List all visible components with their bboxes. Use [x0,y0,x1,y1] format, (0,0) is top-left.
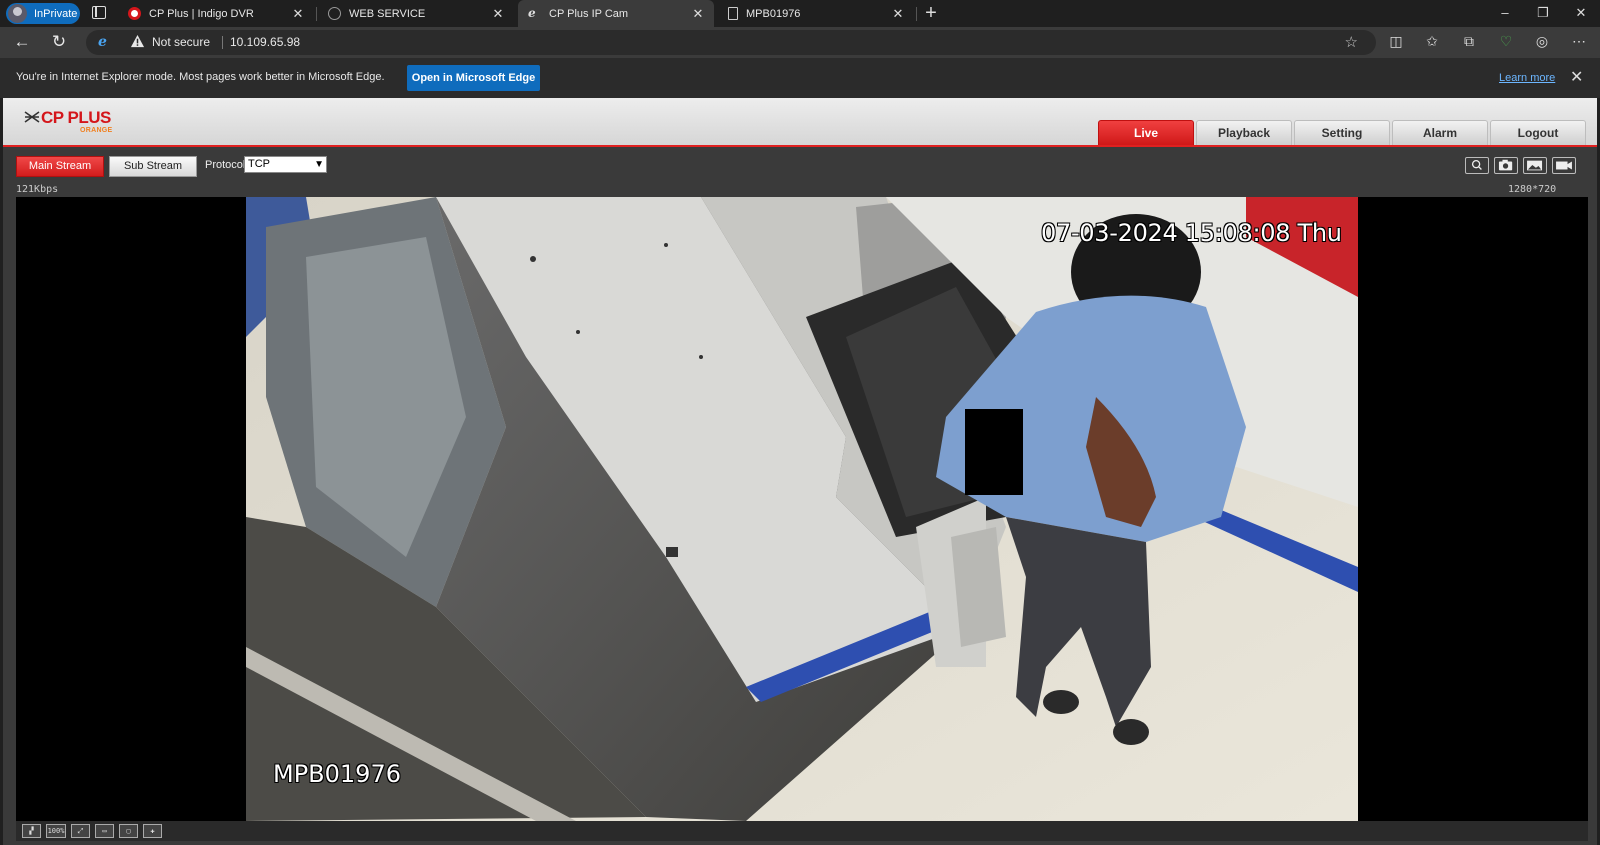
logo-subtext: ORANGE [80,127,113,134]
video-timestamp: 07-03-2024 15:08:08 Thu [1041,219,1342,247]
close-icon[interactable]: ✕ [490,6,506,22]
open-in-edge-button[interactable]: Open in Microsoft Edge [407,65,540,91]
collections-icon[interactable]: ⧉ [1459,31,1479,51]
new-tab-button[interactable]: + [920,3,942,25]
tab-title: WEB SERVICE [349,7,426,20]
learn-more-link[interactable]: Learn more [1499,72,1555,84]
zoom-100-button[interactable]: 100% [46,824,66,838]
image-icon[interactable] [1523,157,1547,174]
minimize-button[interactable]: – [1486,0,1524,27]
favorite-star-icon[interactable]: ☆ [1345,33,1358,51]
stream-toolbar: Main Stream Sub Stream Protocol TCP ▼ [3,149,1597,184]
ptz-control-icon[interactable]: ✚ [143,824,162,838]
tab-separator [316,7,317,21]
aspect-ratio-icon[interactable]: ▭ [95,824,114,838]
nav-alarm-tab[interactable]: Alarm [1392,120,1488,145]
page-header: CP PLUS ORANGE Live Playback Setting Ala… [3,98,1597,147]
url-box[interactable]: e Not secure 10.109.65.98 ☆ [86,30,1376,55]
protocol-value: TCP [248,158,270,170]
snapshot-camera-icon[interactable] [1494,157,1518,174]
sub-stream-button[interactable]: Sub Stream [109,156,197,177]
refresh-button[interactable]: ↻ [47,31,71,55]
document-icon [728,7,738,20]
live-video-viewer[interactable]: 07-03-2024 15:08:08 Thu MPB01976 [16,197,1588,821]
close-icon[interactable]: ✕ [1570,67,1583,87]
close-window-button[interactable]: ✕ [1562,0,1600,27]
camera-feed: 07-03-2024 15:08:08 Thu MPB01976 [246,197,1358,821]
window-layout-icon[interactable]: ▞ [22,824,41,838]
tab-title: CP Plus IP Cam [549,7,629,20]
bitrate-readout: 121Kbps [16,184,59,195]
browser-tab-bar: InPrivate CP Plus | Indigo DVR ✕ WEB SER… [0,0,1600,27]
cp-plus-logo: CP PLUS ORANGE [24,108,119,138]
tab-mpb01976[interactable]: MPB01976 ✕ [718,0,914,27]
record-video-icon[interactable] [1552,157,1576,174]
viewer-control-bar: ▞ 100% ⤢ ▭ ▢ ✚ [16,821,1588,841]
not-secure-label[interactable]: Not secure [152,35,210,49]
globe-icon [328,7,341,20]
fit-window-icon[interactable]: ⤢ [71,824,90,838]
main-stream-button[interactable]: Main Stream [16,156,104,177]
tab-cp-plus-ip-cam[interactable]: e CP Plus IP Cam ✕ [518,0,714,27]
inprivate-label: InPrivate [34,7,78,20]
camera-name-overlay: MPB01976 [273,760,401,788]
close-icon[interactable]: ✕ [690,6,706,22]
close-icon[interactable]: ✕ [290,6,306,22]
camera-web-page: CP PLUS ORANGE Live Playback Setting Ala… [3,98,1597,845]
ie-mode-message: You're in Internet Explorer mode. Most p… [16,71,385,83]
url-divider [222,36,223,49]
warning-icon [130,34,145,48]
address-bar: ← ↻ e Not secure 10.109.65.98 ☆ ◫ ✩ ⧉ ♡ … [0,27,1600,58]
protocol-label: Protocol [205,159,246,171]
nav-live-tab[interactable]: Live [1098,120,1194,145]
logo-mark-icon [24,111,40,123]
avatar [8,4,27,23]
ie-icon: e [528,6,536,20]
ie-mode-icon[interactable]: e [98,35,112,49]
nav-setting-tab[interactable]: Setting [1294,120,1390,145]
tab-title: CP Plus | Indigo DVR [149,7,254,20]
tab-separator [916,7,917,21]
resolution-readout: 1280*720 [1508,184,1557,195]
back-button[interactable]: ← [10,31,34,55]
tab-title: MPB01976 [746,7,801,20]
nav-logout-tab[interactable]: Logout [1490,120,1586,145]
split-screen-icon[interactable]: ◫ [1386,31,1406,51]
url-text[interactable]: 10.109.65.98 [230,35,300,49]
tab-web-service[interactable]: WEB SERVICE ✕ [318,0,514,27]
fullscreen-icon[interactable]: ▢ [119,824,138,838]
logo-text: CP PLUS [41,108,111,127]
close-icon[interactable]: ✕ [890,6,906,22]
chevron-down-icon: ▼ [314,159,324,170]
protocol-select[interactable]: TCP ▼ [244,156,327,173]
more-menu-icon[interactable]: ⋯ [1569,31,1589,51]
inprivate-badge[interactable]: InPrivate [6,3,80,24]
nav-playback-tab[interactable]: Playback [1196,120,1292,145]
tab-actions-icon[interactable] [92,6,106,19]
copilot-icon[interactable]: ◎ [1532,31,1552,51]
tab-cp-plus-indigo-dvr[interactable]: CP Plus | Indigo DVR ✕ [118,0,314,27]
browser-essentials-icon[interactable]: ♡ [1496,31,1516,51]
restore-button[interactable]: ❐ [1524,0,1562,27]
zoom-search-icon[interactable] [1465,157,1489,174]
ie-mode-infobar: You're in Internet Explorer mode. Most p… [0,58,1600,98]
cp-plus-favicon-icon [128,7,141,20]
camera-scene-image [246,197,1358,821]
favorites-icon[interactable]: ✩ [1422,31,1442,51]
